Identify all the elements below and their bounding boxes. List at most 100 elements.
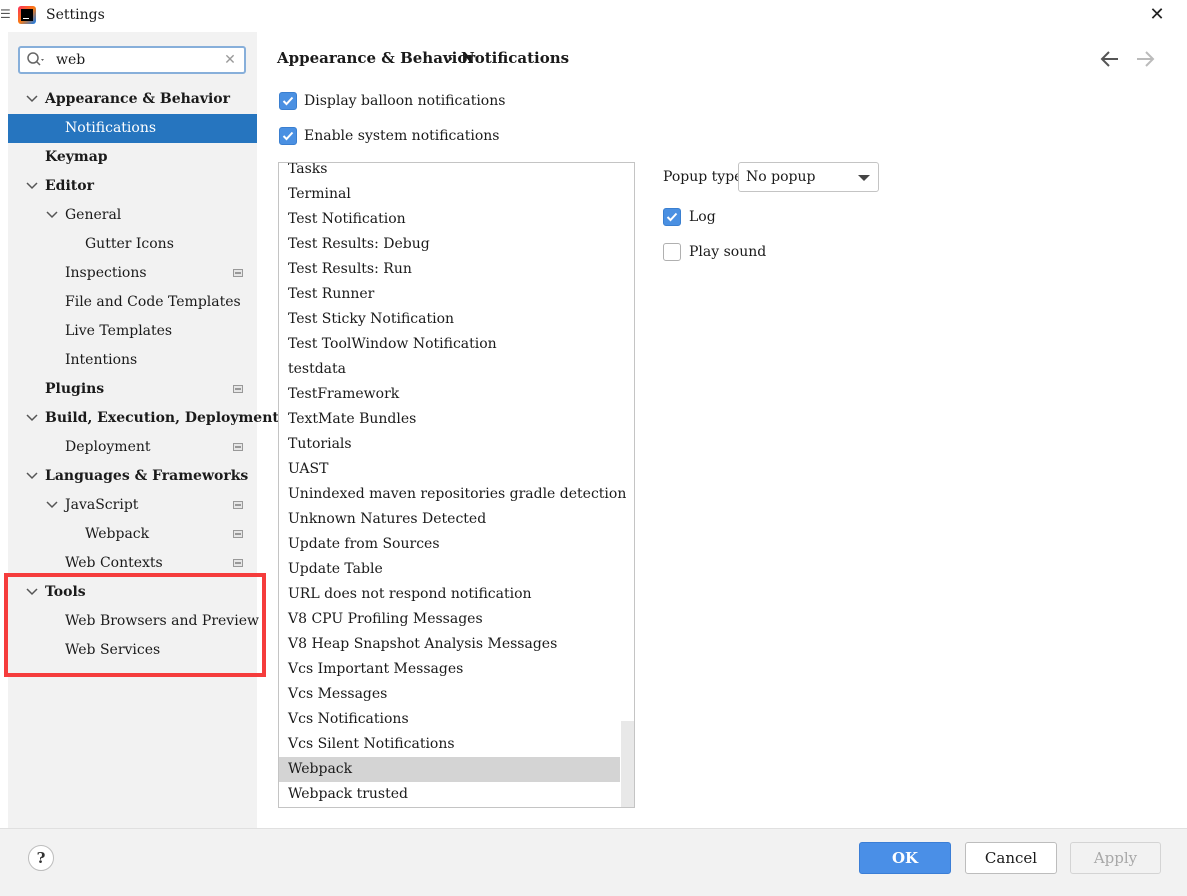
chevron-down-icon[interactable] xyxy=(25,462,39,491)
tree-item[interactable]: Build, Execution, Deployment xyxy=(8,404,279,433)
list-item[interactable]: V8 CPU Profiling Messages xyxy=(279,607,620,632)
title-bar: ☰ Settings ✕ xyxy=(0,0,1187,32)
tree-item[interactable]: Editor xyxy=(8,172,257,201)
popup-type-select[interactable]: No popup xyxy=(738,162,879,192)
chevron-down-icon[interactable] xyxy=(25,172,39,201)
list-item[interactable]: Update Table xyxy=(279,557,620,582)
breadcrumb-parent[interactable]: Appearance & Behavior xyxy=(277,49,475,67)
list-item-label: Test Results: Run xyxy=(288,261,412,277)
list-item-label: V8 Heap Snapshot Analysis Messages xyxy=(288,636,558,652)
help-button[interactable]: ? xyxy=(28,845,54,871)
tree-item[interactable]: Inspections xyxy=(8,259,257,288)
list-item-label: Test Sticky Notification xyxy=(288,311,455,327)
tree-item[interactable]: Keymap xyxy=(8,143,257,172)
project-scope-icon xyxy=(233,530,243,538)
tree-item[interactable]: Languages & Frameworks xyxy=(8,462,257,491)
list-scrollbar[interactable] xyxy=(621,721,634,807)
play-sound-label: Play sound xyxy=(689,244,767,260)
tree-item[interactable]: Webpack xyxy=(8,520,257,549)
apply-button[interactable]: Apply xyxy=(1070,842,1161,874)
chevron-down-icon[interactable] xyxy=(45,491,59,520)
tree-item-label: Appearance & Behavior xyxy=(45,91,231,107)
tree-item[interactable]: Notifications xyxy=(8,114,257,143)
list-item-label: Vcs Notifications xyxy=(288,711,409,727)
list-item[interactable]: Test Notification xyxy=(279,207,620,232)
list-item[interactable]: Terminal xyxy=(279,182,620,207)
display-balloon-label: Display balloon notifications xyxy=(304,93,506,109)
settings-window: ☰ Settings ✕ ✕ Appearance & Behavior Noti… xyxy=(0,0,1187,896)
notification-groups-list[interactable]: Tasks Terminal Test Notification Test Resul… xyxy=(278,162,635,808)
tree-item[interactable]: Plugins xyxy=(8,375,257,404)
list-item-label: Tasks xyxy=(288,162,328,177)
tree-item[interactable]: Appearance & Behavior xyxy=(8,85,257,114)
tree-item[interactable]: General xyxy=(8,201,257,230)
tree-item-label: Notifications xyxy=(65,120,157,136)
popup-type-label: Popup type: xyxy=(663,169,748,185)
list-item[interactable]: Webpack trusted xyxy=(279,782,620,807)
list-item[interactable]: Vcs Messages xyxy=(279,682,620,707)
list-item-label: Vcs Silent Notifications xyxy=(288,736,455,752)
list-item[interactable]: Unknown Natures Detected xyxy=(279,507,620,532)
list-item[interactable]: testdata xyxy=(279,357,620,382)
play-sound-checkbox[interactable] xyxy=(663,243,681,261)
list-item[interactable]: Test Runner xyxy=(279,282,620,307)
tree-item-label: Editor xyxy=(45,178,94,194)
list-item-label: testdata xyxy=(288,361,347,377)
chevron-down-icon xyxy=(858,175,870,181)
search-icon xyxy=(27,52,44,66)
list-item[interactable]: Test Results: Run xyxy=(279,257,620,282)
tree-item-label: General xyxy=(65,207,122,223)
tree-item[interactable]: Deployment xyxy=(8,433,257,462)
log-label: Log xyxy=(689,209,716,225)
list-item-label: Update Table xyxy=(288,561,383,577)
tree-item-label: Webpack xyxy=(85,526,150,542)
arrow-left-icon[interactable] xyxy=(1098,48,1122,70)
tree-item[interactable]: Live Templates xyxy=(8,317,257,346)
list-item[interactable]: Vcs Important Messages xyxy=(279,657,620,682)
list-item[interactable]: Tutorials xyxy=(279,432,620,457)
list-item[interactable]: TextMate Bundles xyxy=(279,407,620,432)
list-item-label: Vcs Important Messages xyxy=(288,661,464,677)
highlight-box xyxy=(4,573,266,677)
list-item-label: Webpack trusted xyxy=(288,786,408,802)
clear-icon[interactable]: ✕ xyxy=(222,50,238,70)
close-icon[interactable]: ✕ xyxy=(1147,5,1167,25)
enable-system-checkbox[interactable] xyxy=(279,127,297,145)
arrow-right-icon[interactable] xyxy=(1133,48,1157,70)
list-item[interactable]: Test Results: Debug xyxy=(279,232,620,257)
project-scope-icon xyxy=(233,443,243,451)
list-item[interactable]: Vcs Silent Notifications xyxy=(279,732,620,757)
list-item[interactable]: TestFramework xyxy=(279,382,620,407)
settings-search[interactable]: ✕ xyxy=(18,46,246,74)
list-item[interactable]: Test ToolWindow Notification xyxy=(279,332,620,357)
list-item[interactable]: Tasks xyxy=(279,162,620,182)
check-icon xyxy=(282,131,294,141)
list-item[interactable]: UAST xyxy=(279,457,620,482)
list-item[interactable]: Update from Sources xyxy=(279,532,620,557)
tree-item-label: Intentions xyxy=(65,352,138,368)
log-checkbox[interactable] xyxy=(663,208,681,226)
list-item[interactable]: V8 Heap Snapshot Analysis Messages xyxy=(279,632,620,657)
tree-item[interactable]: File and Code Templates xyxy=(8,288,257,317)
tree-item[interactable]: Intentions xyxy=(8,346,257,375)
list-item[interactable]: Test Sticky Notification xyxy=(279,307,620,332)
tree-item-label: JavaScript xyxy=(65,497,139,513)
list-item[interactable]: URL does not respond notification xyxy=(279,582,620,607)
chevron-down-icon[interactable] xyxy=(25,85,39,114)
chevron-down-icon[interactable] xyxy=(45,201,59,230)
tree-item[interactable]: JavaScript xyxy=(8,491,257,520)
list-item-label: UAST xyxy=(288,461,329,477)
chevron-down-icon[interactable] xyxy=(25,404,39,433)
list-item[interactable]: Webpack xyxy=(279,757,620,782)
tree-item[interactable]: Gutter Icons xyxy=(8,230,257,259)
ok-button[interactable]: OK xyxy=(859,842,951,874)
enable-system-label: Enable system notifications xyxy=(304,128,500,144)
tree-item-label: File and Code Templates xyxy=(65,294,241,310)
project-scope-icon xyxy=(233,385,243,393)
list-item-label: Test ToolWindow Notification xyxy=(288,336,497,352)
display-balloon-checkbox[interactable] xyxy=(279,92,297,110)
cancel-button[interactable]: Cancel xyxy=(965,842,1057,874)
search-input[interactable] xyxy=(56,51,216,69)
list-item[interactable]: Vcs Notifications xyxy=(279,707,620,732)
list-item[interactable]: Unindexed maven repositories gradle dete… xyxy=(279,482,626,507)
